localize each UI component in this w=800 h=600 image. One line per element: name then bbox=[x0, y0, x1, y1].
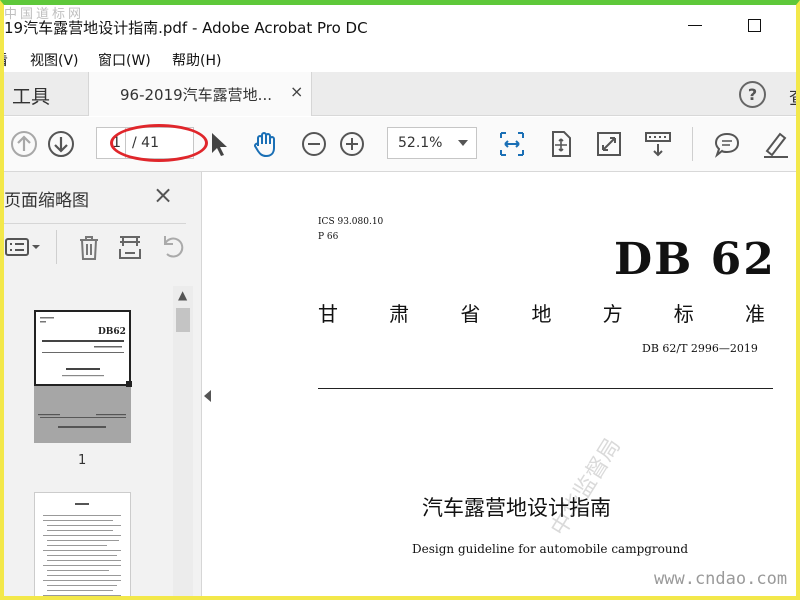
next-page-icon[interactable] bbox=[46, 129, 76, 159]
hand-tool-icon[interactable] bbox=[250, 129, 280, 159]
menu-bar: 看 视图(V) 窗口(W) 帮助(H) bbox=[0, 46, 800, 72]
page-number-input[interactable]: 1 bbox=[96, 127, 126, 159]
standard-number: DB 62/T 2996—2019 bbox=[642, 342, 758, 355]
standard-title-char: 地 bbox=[531, 302, 552, 326]
panel-title: 页面缩略图 bbox=[4, 191, 89, 211]
page-thumbnail-2[interactable] bbox=[34, 492, 131, 600]
thumbnail-panel: 页面缩略图 × ▲ DB62 1 bbox=[0, 172, 202, 600]
document-page[interactable]: ICS 93.080.10 P 66 DB 62 甘 肃 省 地 方 标 准 D… bbox=[217, 172, 800, 600]
fit-width-icon[interactable] bbox=[497, 129, 527, 159]
comment-icon[interactable] bbox=[712, 129, 742, 159]
panel-divider bbox=[56, 230, 57, 264]
document-rule bbox=[318, 388, 773, 389]
menu-help[interactable]: 帮助(H) bbox=[172, 50, 221, 70]
insert-pages-icon[interactable] bbox=[115, 232, 145, 262]
toolbar: 1 / 41 52.1% bbox=[0, 117, 800, 172]
rotate-icon[interactable] bbox=[157, 232, 187, 262]
thumbnail-visible-area: DB62 bbox=[34, 310, 131, 386]
document-title-en: Design guideline for automobile campgrou… bbox=[412, 542, 689, 556]
standard-title-char: 省 bbox=[460, 302, 481, 326]
tab-document-label: 96-2019汽车露营地... bbox=[120, 86, 272, 104]
scroll-up-icon[interactable]: ▲ bbox=[178, 288, 187, 302]
menu-view[interactable]: 视图(V) bbox=[30, 50, 79, 70]
toolbar-divider bbox=[692, 127, 693, 161]
read-mode-icon[interactable] bbox=[643, 129, 673, 159]
tab-tools[interactable]: 工具 bbox=[12, 82, 50, 109]
thumbnail-scrollbar[interactable]: ▲ bbox=[173, 286, 193, 600]
watermark-url: www.cndao.com bbox=[654, 569, 788, 589]
panel-separator bbox=[4, 223, 186, 224]
standard-title-char: 标 bbox=[673, 302, 694, 326]
select-cursor-icon[interactable] bbox=[203, 129, 233, 159]
fit-page-icon[interactable] bbox=[546, 129, 576, 159]
page-thumbnail-label: 1 bbox=[78, 453, 87, 468]
standard-title: 甘 肃 省 地 方 标 准 bbox=[318, 298, 765, 327]
document-title-cn: 汽车露营地设计指南 bbox=[422, 496, 611, 520]
zoom-select[interactable]: 52.1% bbox=[387, 127, 477, 159]
page-thumbnail-1[interactable]: DB62 bbox=[34, 310, 132, 443]
svg-text:DB62: DB62 bbox=[98, 327, 126, 337]
collapse-panel-icon[interactable] bbox=[204, 390, 211, 402]
previous-page-icon[interactable] bbox=[9, 129, 39, 159]
standard-title-char: 准 bbox=[744, 302, 765, 326]
window-title: 19汽车露营地设计指南.pdf - Adobe Acrobat Pro DC bbox=[4, 19, 368, 37]
title-bar: 中国道标网 19汽车露营地设计指南.pdf - Adobe Acrobat Pr… bbox=[0, 0, 800, 46]
scrollbar-thumb[interactable] bbox=[176, 308, 190, 332]
close-icon[interactable]: × bbox=[153, 181, 173, 209]
db-logo: DB 62 bbox=[614, 234, 776, 285]
thumbnail-resize-handle[interactable] bbox=[126, 381, 132, 387]
options-menu-icon[interactable] bbox=[4, 232, 44, 262]
menu-window[interactable]: 窗口(W) bbox=[98, 50, 151, 70]
help-icon[interactable]: ? bbox=[739, 81, 766, 108]
highlight-pen-icon[interactable] bbox=[760, 129, 790, 159]
zoom-value: 52.1% bbox=[398, 135, 443, 151]
zoom-in-icon[interactable] bbox=[337, 129, 367, 159]
search-tab-partial[interactable]: 查 bbox=[789, 84, 800, 110]
tab-bar: 工具 96-2019汽车露营地... × ? 查 bbox=[0, 72, 800, 116]
zoom-out-icon[interactable] bbox=[299, 129, 329, 159]
menu-view-partial[interactable]: 看 bbox=[0, 50, 8, 70]
standard-title-char: 肃 bbox=[389, 302, 410, 326]
minimize-button[interactable] bbox=[684, 13, 708, 37]
watermark-diagonal: 中华监督局 bbox=[546, 434, 626, 541]
trash-icon[interactable] bbox=[74, 232, 104, 262]
thumbnail-shaded-area bbox=[34, 386, 131, 443]
page-total: / 41 bbox=[126, 127, 194, 159]
tab-document[interactable]: 96-2019汽车露营地... × bbox=[88, 72, 312, 116]
standard-title-char: 甘 bbox=[318, 302, 338, 326]
p-code: P 66 bbox=[318, 232, 339, 242]
ics-code: ICS 93.080.10 bbox=[318, 217, 384, 227]
standard-title-char: 方 bbox=[602, 302, 623, 326]
chevron-down-icon bbox=[458, 140, 468, 146]
tab-close-icon[interactable]: × bbox=[290, 82, 303, 101]
full-screen-icon[interactable] bbox=[594, 129, 624, 159]
maximize-button[interactable] bbox=[742, 13, 766, 37]
